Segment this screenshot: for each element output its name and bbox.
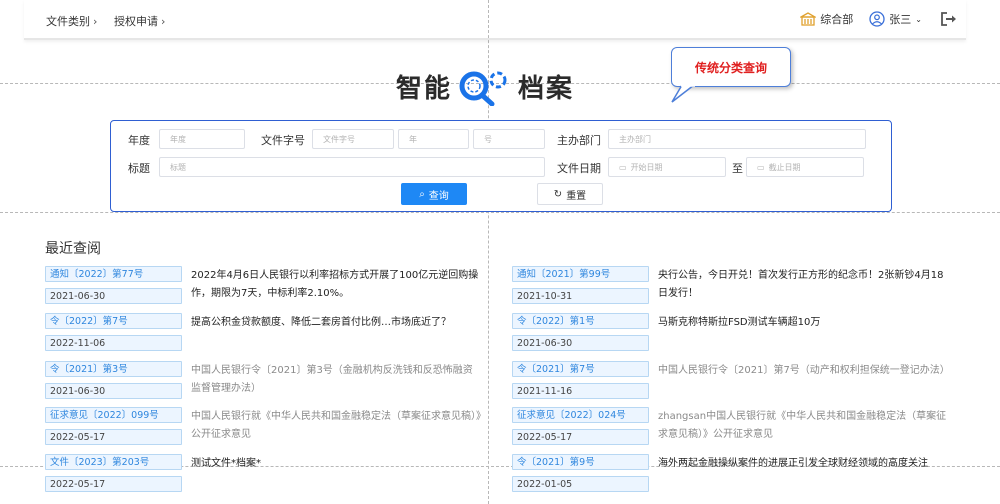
doc-title-link[interactable]: 中国人民银行就《中华人民共和国金融稳定法（草案征求意见稿）》公开征求意见 [191, 408, 481, 444]
docno-label: 文件字号 [261, 134, 305, 147]
doc-title-link[interactable]: 2022年4月6日人民银行以利率招标方式开展了100亿元逆回购操作，期限为7天，… [191, 267, 481, 303]
end-date-input[interactable]: ▭ 截止日期 [746, 157, 864, 177]
user-icon [869, 11, 885, 27]
department-label: 综合部 [820, 13, 854, 26]
doc-date-tag: 2022-05-17 [45, 429, 182, 445]
doc-number-tag: 令〔2021〕第9号 [512, 454, 649, 470]
chevron-down-icon: ⌄ [915, 14, 922, 24]
search-panel: 年度 年度 文件字号 文件字号 年 号 主办部门 主办部门 标题 标题 文件日期… [110, 120, 892, 212]
doc-date-tag: 2022-05-17 [512, 429, 649, 445]
recent-item[interactable]: 征求意见〔2022〕099号 2022-05-17 中国人民银行就《中华人民共和国金… [45, 407, 481, 447]
doc-title-link[interactable]: 中国人民银行令〔2021〕第7号（动产和权利担保统一登记办法） [658, 362, 950, 380]
docno-input[interactable]: 文件字号 [312, 129, 394, 149]
doc-number-tag: 征求意见〔2022〕099号 [45, 407, 182, 423]
building-icon [800, 12, 817, 26]
doc-date-tag: 2021-11-16 [512, 383, 649, 399]
doc-title-link[interactable]: zhangsan中国人民银行就《中华人民共和国金融稳定法（草案征求意见稿）》公开… [658, 408, 948, 444]
app-logo: 智能 档案 [396, 66, 574, 106]
guide-line-horizontal [0, 212, 1000, 213]
dept-label: 主办部门 [557, 134, 601, 147]
recent-item[interactable]: 令〔2021〕第9号 2022-01-05 海外两起金融操纵案件的进展正引发全球财经… [512, 454, 932, 494]
doc-number-tag: 令〔2022〕第7号 [45, 313, 182, 329]
doc-title-link[interactable]: 测试文件*档案* [191, 455, 481, 473]
doc-number-tag: 征求意见〔2022〕024号 [512, 407, 649, 423]
year-label: 年度 [128, 134, 150, 147]
top-bar: 文件类别 › 授权申请 › 综合部 张三 ⌄ [24, 0, 966, 40]
docno-number-input[interactable]: 号 [473, 129, 545, 149]
callout-text: 传统分类查询 [694, 60, 767, 75]
user-name: 张三 [889, 13, 912, 26]
doc-date-tag: 2021-06-30 [45, 383, 182, 399]
recent-item[interactable]: 令〔2022〕第1号 2021-06-30 马斯克称特斯拉FSD测试车辆超10万 [512, 313, 932, 353]
doc-number-tag: 文件〔2023〕第203号 [45, 454, 182, 470]
callout-annotation: 传统分类查询 [671, 47, 791, 87]
query-button[interactable]: ⌕ 查询 [401, 183, 467, 205]
callout-tail [671, 84, 695, 103]
logout-button[interactable] [940, 12, 958, 26]
title-label: 标题 [128, 162, 150, 175]
recent-item[interactable]: 征求意见〔2022〕024号 2022-05-17 zhangsan中国人民银行就《… [512, 407, 946, 447]
doc-date-tag: 2021-10-31 [512, 288, 649, 304]
doc-date-tag: 2021-06-30 [45, 288, 182, 304]
recent-item[interactable]: 令〔2022〕第7号 2022-11-06 提高公积金贷款额度、降低二套房首付比例…… [45, 313, 465, 353]
docno-year-input[interactable]: 年 [398, 129, 469, 149]
department-switch[interactable]: 综合部 [800, 11, 853, 27]
doc-title-link[interactable]: 海外两起金融操纵案件的进展正引发全球财经领域的高度关注 [658, 455, 948, 473]
recent-title: 最近查阅 [45, 241, 101, 257]
breadcrumb-label: 文件类别 [46, 15, 90, 28]
doc-date-tag: 2022-11-06 [45, 335, 182, 351]
logout-icon [941, 12, 956, 26]
recent-item[interactable]: 文件〔2023〕第203号 2022-05-17 测试文件*档案* [45, 454, 465, 494]
search-icon: ⌕ [419, 188, 425, 200]
doc-title-link[interactable]: 央行公告，今日开兑！首次发行正方形的纪念币！2张新钞4月18日发行！ [658, 267, 948, 303]
recent-item[interactable]: 令〔2021〕第3号 2021-06-30 中国人民银行令〔2021〕第3号（金融机… [45, 361, 473, 401]
recent-item[interactable]: 通知〔2021〕第99号 2021-10-31 央行公告，今日开兑！首次发行正方形的… [512, 266, 943, 306]
doc-title-link[interactable]: 提高公积金贷款额度、降低二套房首付比例…市场底近了？ [191, 314, 481, 332]
user-menu[interactable]: 张三 ⌄ [869, 11, 922, 27]
doc-date-tag: 2022-01-05 [512, 476, 649, 492]
breadcrumb-file-category[interactable]: 文件类别 › [46, 13, 97, 29]
doc-title-link[interactable]: 中国人民银行令〔2021〕第3号（金融机构反洗钱和反恐怖融资监督管理办法） [191, 362, 481, 398]
doc-title-link[interactable]: 马斯克称特斯拉FSD测试车辆超10万 [658, 314, 948, 332]
breadcrumb-auth-request[interactable]: 授权申请 › [114, 13, 165, 29]
date-label: 文件日期 [557, 162, 601, 175]
title-input[interactable]: 标题 [159, 157, 545, 177]
breadcrumb-label: 授权申请 [114, 15, 158, 28]
start-date-input[interactable]: ▭ 开始日期 [608, 157, 726, 177]
doc-number-tag: 令〔2022〕第1号 [512, 313, 649, 329]
refresh-icon: ↻ [553, 188, 563, 200]
calendar-icon: ▭ [619, 162, 627, 172]
dept-input[interactable]: 主办部门 [608, 129, 866, 149]
doc-number-tag: 通知〔2021〕第99号 [512, 266, 649, 282]
recent-item[interactable]: 通知〔2022〕第77号 2021-06-30 2022年4月6日人民银行以利率招标… [45, 266, 478, 306]
year-input[interactable]: 年度 [159, 129, 245, 149]
logo-text-left: 智能 [396, 73, 453, 104]
magnifier-logo-icon [459, 71, 507, 106]
calendar-icon: ▭ [757, 162, 765, 172]
date-range-separator: 至 [732, 162, 743, 175]
logo-text-right: 档案 [518, 73, 575, 104]
reset-button[interactable]: ↻ 重置 [537, 183, 603, 205]
recent-item[interactable]: 令〔2021〕第7号 2021-11-16 中国人民银行令〔2021〕第7号（动产和… [512, 361, 950, 401]
doc-number-tag: 令〔2021〕第7号 [512, 361, 649, 377]
doc-date-tag: 2022-05-17 [45, 476, 182, 492]
chevron-right-icon: › [93, 14, 98, 28]
doc-number-tag: 通知〔2022〕第77号 [45, 266, 182, 282]
doc-date-tag: 2021-06-30 [512, 335, 649, 351]
doc-number-tag: 令〔2021〕第3号 [45, 361, 182, 377]
chevron-right-icon: › [161, 14, 166, 28]
